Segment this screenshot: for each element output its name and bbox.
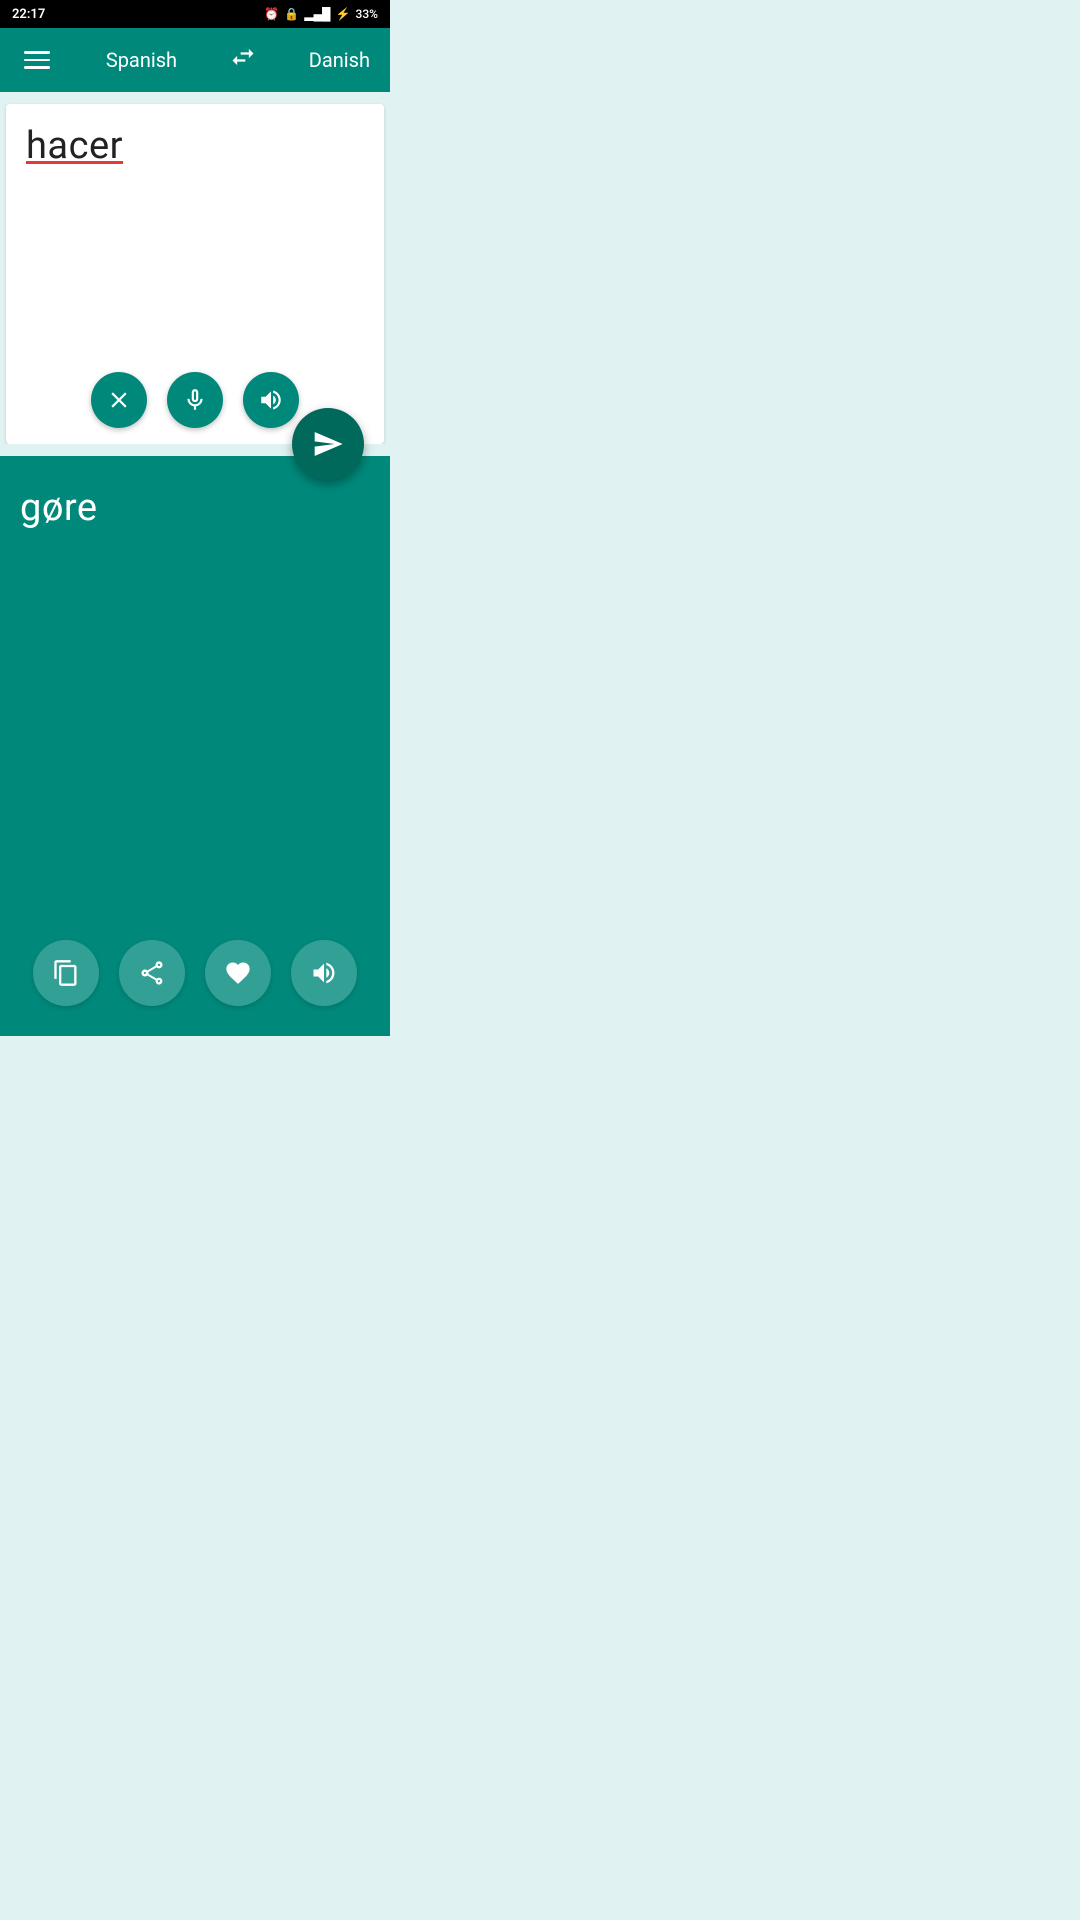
menu-line-3	[24, 66, 50, 69]
target-language-label[interactable]: Danish	[309, 48, 370, 72]
speaker-target-button[interactable]	[291, 940, 357, 1006]
top-bar: Spanish Danish	[0, 28, 390, 92]
share-button[interactable]	[119, 940, 185, 1006]
source-language-label[interactable]: Spanish	[106, 48, 177, 72]
menu-line-2	[24, 59, 50, 62]
status-icons: ⏰ 🔒 ▂▄█ ⚡ 33%	[264, 7, 378, 21]
translation-actions	[0, 940, 390, 1006]
speaker-source-button[interactable]	[243, 372, 299, 428]
status-time: 22:17	[12, 7, 45, 22]
swap-languages-button[interactable]	[229, 43, 257, 77]
menu-line-1	[24, 51, 50, 54]
source-wrapper: hacer	[6, 104, 384, 444]
signal-icon: ▂▄█	[304, 7, 330, 21]
status-bar: 22:17 ⏰ 🔒 ▂▄█ ⚡ 33%	[0, 0, 390, 28]
copy-icon	[52, 959, 80, 987]
copy-button[interactable]	[33, 940, 99, 1006]
clear-button[interactable]	[91, 372, 147, 428]
bolt-icon: ⚡	[336, 7, 351, 21]
battery-text: 33%	[356, 7, 378, 21]
sim-icon: 🔒	[284, 7, 299, 21]
volume-target-icon	[310, 959, 338, 987]
source-area[interactable]: hacer	[6, 104, 384, 444]
source-input-text[interactable]: hacer	[26, 124, 123, 168]
microphone-icon	[182, 387, 208, 413]
menu-button[interactable]	[20, 47, 54, 73]
alarm-icon: ⏰	[264, 7, 279, 21]
favorite-button[interactable]	[205, 940, 271, 1006]
translate-button[interactable]	[292, 408, 364, 480]
share-icon	[138, 959, 166, 987]
heart-icon	[224, 959, 252, 987]
main-content: hacer	[0, 92, 390, 1036]
translation-area: gøre	[0, 456, 390, 1036]
close-icon	[106, 387, 132, 413]
translated-text: gøre	[20, 486, 98, 530]
volume-icon	[258, 387, 284, 413]
microphone-button[interactable]	[167, 372, 223, 428]
send-icon	[312, 428, 344, 460]
